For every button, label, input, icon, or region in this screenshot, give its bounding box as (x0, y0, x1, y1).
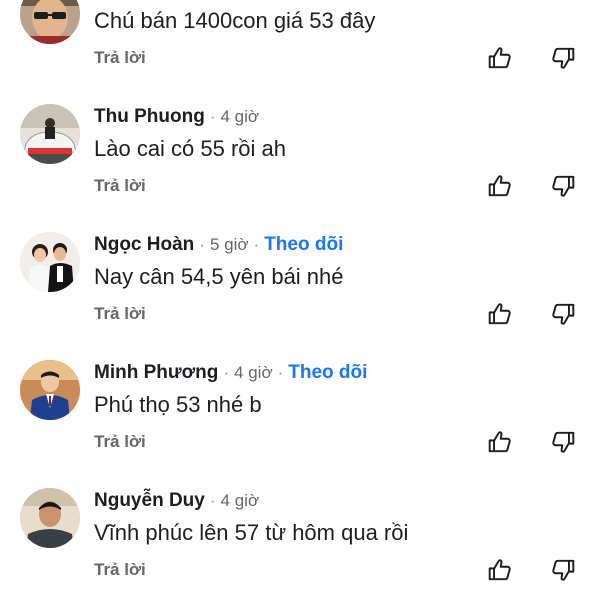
avatar[interactable] (20, 0, 80, 44)
thumbs-down-icon (552, 303, 575, 325)
separator-dot: · (277, 363, 284, 382)
separator-dot: · (253, 235, 260, 254)
comment-text: Lào cai có 55 rồi ah (94, 136, 287, 161)
thumbs-up-icon (488, 303, 511, 325)
dislike-button[interactable] (550, 429, 576, 455)
author-name[interactable]: Ngọc Hoàn (94, 234, 194, 256)
like-button[interactable] (487, 429, 513, 455)
timestamp[interactable]: 4 giờ (221, 491, 260, 511)
comment-text: Phú thọ 53 nhé b (94, 392, 262, 417)
dislike-button[interactable] (550, 173, 576, 199)
thumbs-down-icon (552, 175, 575, 197)
comment-header: Thu Phuong · 4 giờ (94, 104, 259, 130)
reply-button[interactable]: Trả lời (94, 176, 146, 196)
comment-text: Chú bán 1400con giá 53 đây (94, 8, 376, 33)
thumbs-up-icon (488, 175, 511, 197)
avatar-man-image (20, 488, 80, 548)
thumbs-up-icon (488, 47, 511, 69)
separator-dot: · (199, 235, 205, 254)
comment-item: Ngọc Hoàn · 5 giờ · Theo dõi Nay cân 54,… (0, 232, 600, 360)
comment-header: Nguyễn Duy · 4 giờ (94, 488, 259, 514)
like-button[interactable] (487, 557, 513, 583)
reply-button[interactable]: Trả lời (94, 48, 146, 68)
comment-item: Thu Phuong · 4 giờ Lào cai có 55 rồi ah … (0, 104, 600, 232)
avatar[interactable] (20, 488, 80, 548)
reply-button[interactable]: Trả lời (94, 560, 146, 580)
avatar-couple-image (20, 232, 80, 292)
separator-dot: · (223, 363, 230, 382)
avatar-sunglasses-image (20, 0, 80, 44)
follow-button[interactable]: Theo dõi (288, 362, 367, 384)
author-name[interactable]: Nguyễn Duy (94, 490, 205, 512)
comment-text: Vĩnh phúc lên 57 từ hôm qua rồi (94, 520, 409, 545)
comment-feed: Chú bán 1400con giá 53 đây Trả lời Thu P… (0, 0, 600, 600)
comment-item: Nguyễn Duy · 4 giờ Vĩnh phúc lên 57 từ h… (0, 488, 600, 600)
timestamp[interactable]: 4 giờ (234, 363, 273, 383)
avatar-suit-image (20, 360, 80, 420)
author-name[interactable]: Minh Phương (94, 362, 218, 384)
thumbs-down-icon (552, 47, 575, 69)
like-button[interactable] (487, 45, 513, 71)
follow-button[interactable]: Theo dõi (264, 234, 343, 256)
comment-item: Chú bán 1400con giá 53 đây Trả lời (0, 0, 600, 102)
reply-button[interactable]: Trả lời (94, 432, 146, 452)
avatar[interactable] (20, 360, 80, 420)
like-button[interactable] (487, 301, 513, 327)
like-button[interactable] (487, 173, 513, 199)
avatar-car-image (20, 104, 80, 164)
separator-dot: · (209, 107, 216, 126)
timestamp[interactable]: 4 giờ (220, 107, 259, 127)
comment-text: Nay cân 54,5 yên bái nhé (94, 264, 344, 289)
comment-header: Minh Phương · 4 giờ · Theo dõi (94, 360, 367, 386)
separator-dot: · (209, 491, 216, 510)
thumbs-up-icon (488, 559, 511, 581)
avatar[interactable] (20, 232, 80, 292)
timestamp[interactable]: 5 giờ (210, 235, 249, 255)
thumbs-up-icon (488, 431, 511, 453)
comment-header: Ngọc Hoàn · 5 giờ · Theo dõi (94, 232, 343, 258)
reply-button[interactable]: Trả lời (94, 304, 146, 324)
thumbs-down-icon (552, 559, 575, 581)
dislike-button[interactable] (550, 301, 576, 327)
thumbs-down-icon (552, 431, 575, 453)
avatar[interactable] (20, 104, 80, 164)
comment-item: Minh Phương · 4 giờ · Theo dõi Phú thọ 5… (0, 360, 600, 488)
author-name[interactable]: Thu Phuong (94, 106, 205, 128)
dislike-button[interactable] (550, 557, 576, 583)
dislike-button[interactable] (550, 45, 576, 71)
